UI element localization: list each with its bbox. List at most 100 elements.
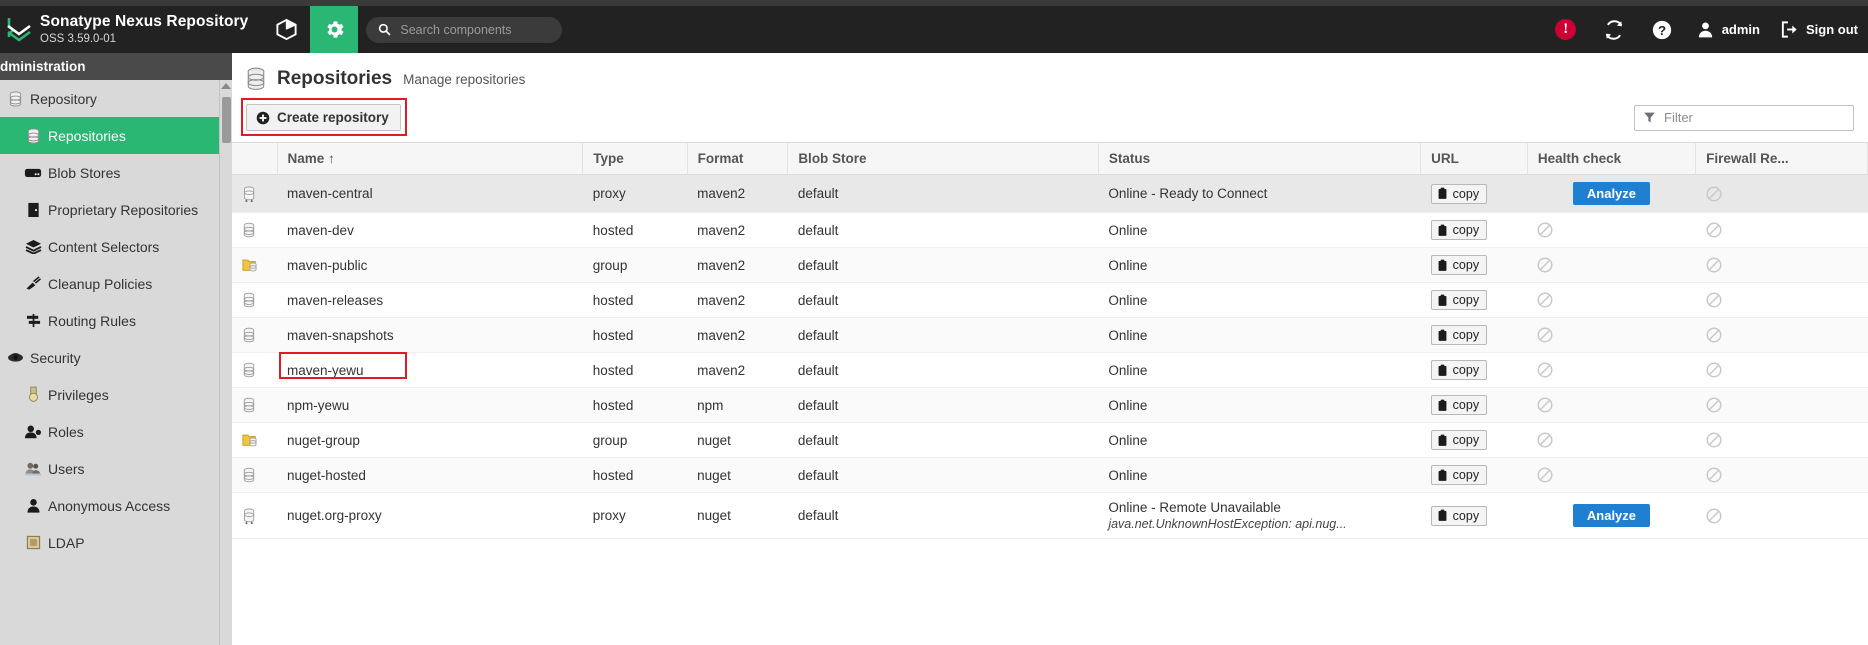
copy-url-button[interactable]: copy [1430, 255, 1488, 275]
scroll-up-arrow[interactable] [221, 83, 231, 89]
search-component[interactable]: Search components [366, 16, 563, 43]
sidebar-item-anonymous-access[interactable]: Anonymous Access [0, 487, 232, 524]
cell-name[interactable]: maven-yewu [277, 352, 583, 388]
help-button[interactable]: ? [1638, 19, 1686, 41]
cell-format: maven2 [687, 247, 788, 283]
brand[interactable]: Sonatype Nexus Repository OSS 3.59.0-01 [0, 6, 248, 53]
cell-format: nuget [687, 457, 788, 493]
column-header-blob-store[interactable]: Blob Store [787, 142, 1099, 175]
analyze-button[interactable]: Analyze [1572, 182, 1651, 205]
table-row[interactable]: maven-yewu hosted maven2 default Online copy [232, 352, 1868, 388]
filter-input[interactable]: Filter [1634, 104, 1854, 131]
sidebar-item-roles[interactable]: Roles [0, 413, 232, 450]
cell-name[interactable]: npm-yewu [277, 387, 583, 423]
cell-health-check: Analyze [1527, 174, 1696, 213]
help-question-icon: ? [1651, 19, 1673, 41]
sidebar-item-blob-stores[interactable]: Blob Stores [0, 154, 232, 191]
cell-health-check [1527, 317, 1696, 353]
clipboard-icon [1437, 434, 1448, 447]
table-row[interactable]: npm-yewu hosted npm default Online copy [232, 387, 1868, 423]
cell-name[interactable]: maven-snapshots [277, 317, 583, 353]
cell-name[interactable]: nuget.org-proxy [277, 492, 583, 539]
cell-name[interactable]: maven-central [277, 174, 583, 213]
privilege-icon [18, 386, 48, 403]
copy-url-button[interactable]: copy [1430, 505, 1488, 526]
sidebar-item-repository[interactable]: Repository [0, 80, 232, 117]
copy-label: copy [1452, 293, 1480, 307]
table-row[interactable]: nuget-hosted hosted nuget default Online copy [232, 457, 1868, 493]
table-row[interactable]: maven-releases hosted maven2 default Online c… [232, 282, 1868, 318]
sidebar-item-users[interactable]: Users [0, 450, 232, 487]
cell-type: hosted [582, 282, 688, 318]
cell-type: proxy [582, 174, 688, 213]
column-header-health-check[interactable]: Health check [1527, 142, 1697, 175]
create-repository-button[interactable]: Create repository [246, 104, 401, 131]
sidebar-item-cleanup-policies[interactable]: Cleanup Policies [0, 265, 232, 302]
clipboard-icon [1437, 469, 1448, 482]
cell-name[interactable]: nuget-hosted [277, 457, 583, 493]
administration-button[interactable] [310, 6, 359, 53]
scroll-thumb[interactable] [222, 97, 231, 143]
copy-url-button[interactable]: copy [1430, 183, 1488, 204]
repository-name[interactable]: maven-yewu [287, 363, 364, 378]
column-header-name[interactable]: Name ↑ [276, 142, 584, 175]
repository-name[interactable]: maven-releases [287, 293, 383, 308]
cell-name[interactable]: maven-releases [277, 282, 583, 318]
table-row[interactable]: nuget-group group nuget default Online copy [232, 422, 1868, 458]
user-menu[interactable]: admin [1686, 20, 1770, 39]
refresh-button[interactable] [1590, 19, 1638, 41]
sidebar-item-security[interactable]: Security [0, 339, 232, 376]
sidebar-item-repositories[interactable]: Repositories [0, 117, 232, 154]
search-input-placeholder[interactable]: Search components [400, 23, 511, 37]
column-header-status[interactable]: Status [1098, 142, 1422, 175]
alerts-button[interactable]: ! [1542, 19, 1590, 40]
sidebar-item-privileges[interactable]: Privileges [0, 376, 232, 413]
cell-blob-store: default [787, 352, 1099, 388]
cell-health-check [1527, 422, 1696, 458]
column-header-url[interactable]: URL [1420, 142, 1528, 175]
copy-url-button[interactable]: copy [1430, 325, 1488, 345]
sidebar-item-routing-rules[interactable]: Routing Rules [0, 302, 232, 339]
repository-name[interactable]: maven-snapshots [287, 328, 394, 343]
hosted-icon [242, 327, 267, 343]
copy-url-button[interactable]: copy [1430, 220, 1488, 240]
table-row[interactable]: maven-central proxy maven2 default Online - … [232, 174, 1868, 213]
main-content: Repositories Manage repositories Create … [232, 53, 1868, 645]
clipboard-icon [1437, 329, 1448, 342]
sidebar-item-content-selectors[interactable]: Content Selectors [0, 228, 232, 265]
sign-out-button[interactable]: Sign out [1770, 20, 1866, 39]
copy-url-button[interactable]: copy [1430, 395, 1488, 415]
copy-url-button[interactable]: copy [1430, 465, 1488, 485]
repository-name[interactable]: maven-central [287, 186, 373, 201]
cell-blob-store: default [787, 422, 1099, 458]
cell-name[interactable]: maven-dev [277, 212, 583, 248]
no-entry-icon [1706, 432, 1858, 448]
analyze-button[interactable]: Analyze [1572, 504, 1651, 527]
cell-name[interactable]: nuget-group [277, 422, 583, 458]
cell-name[interactable]: maven-public [277, 247, 583, 283]
table-row[interactable]: maven-dev hosted maven2 default Online copy [232, 212, 1868, 248]
column-header-format[interactable]: Format [687, 142, 789, 175]
column-header-type[interactable]: Type [582, 142, 688, 175]
table-row[interactable]: maven-snapshots hosted maven2 default Online… [232, 317, 1868, 353]
repository-name[interactable]: maven-public [287, 258, 367, 273]
repository-name[interactable]: npm-yewu [287, 398, 349, 413]
user-icon [1696, 20, 1715, 39]
repository-name[interactable]: nuget.org-proxy [287, 508, 382, 523]
table-row[interactable]: maven-public group maven2 default Online copy [232, 247, 1868, 283]
repository-name[interactable]: maven-dev [287, 223, 354, 238]
column-header-firewall[interactable]: Firewall Re... [1695, 142, 1868, 175]
copy-url-button[interactable]: copy [1430, 430, 1488, 450]
funnel-icon [1643, 111, 1656, 124]
repository-name[interactable]: nuget-group [287, 433, 360, 448]
repository-name[interactable]: nuget-hosted [287, 468, 366, 483]
status-text: Online [1108, 292, 1148, 308]
table-row[interactable]: nuget.org-proxy proxy nuget default Online -… [232, 492, 1868, 539]
browse-button[interactable] [262, 6, 310, 53]
sidebar-scrollbar[interactable] [219, 80, 232, 645]
repository-type-icon-cell [232, 422, 278, 458]
copy-url-button[interactable]: copy [1430, 290, 1488, 310]
copy-url-button[interactable]: copy [1430, 360, 1488, 380]
sidebar-item-ldap[interactable]: LDAP [0, 524, 232, 561]
sidebar-item-proprietary-repositories[interactable]: Proprietary Repositories [0, 191, 232, 228]
